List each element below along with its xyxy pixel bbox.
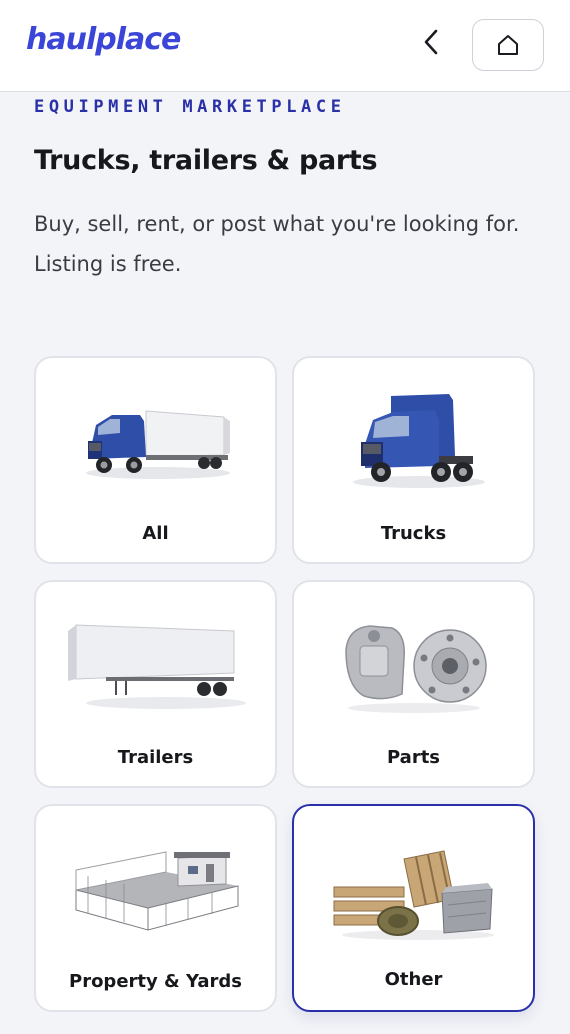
category-label: All: [142, 523, 169, 544]
category-label: Trailers: [117, 747, 194, 768]
brake-caliper-and-wheel-hub-image: [294, 592, 533, 737]
category-card-trailers[interactable]: Trailers: [34, 580, 277, 788]
top-bar: haulplace: [0, 0, 570, 92]
category-card-trucks[interactable]: Trucks: [292, 356, 535, 564]
category-card-all[interactable]: All: [34, 356, 277, 564]
page-title: Trucks, trailers & parts: [34, 145, 378, 176]
pallets-straps-and-crate-image: [294, 816, 533, 961]
category-card-other[interactable]: Other: [292, 804, 535, 1012]
category-label: Parts: [386, 747, 441, 768]
category-label: Other: [384, 969, 443, 990]
dry-van-trailer-image: [36, 592, 275, 737]
home-button[interactable]: [472, 19, 544, 71]
category-grid: All Trucks Trailers Parts Property & Yar…: [34, 356, 535, 1012]
category-label: Property & Yards: [69, 971, 242, 992]
fenced-yard-with-office-image: [36, 816, 275, 961]
home-icon: [498, 35, 518, 55]
category-label: Trucks: [380, 523, 447, 544]
semi-truck-with-trailer-image: [36, 368, 275, 513]
page-subtitle: Buy, sell, rent, or post what you're loo…: [34, 212, 520, 276]
semi-truck-cab-image: [294, 368, 533, 513]
back-button[interactable]: [412, 22, 452, 62]
category-card-property-yards[interactable]: Property & Yards: [34, 804, 277, 1012]
section-eyebrow: EQUIPMENT MARKETPLACE: [34, 97, 346, 117]
category-card-parts[interactable]: Parts: [292, 580, 535, 788]
logo[interactable]: haulplace: [26, 22, 181, 57]
chevron-left-icon: [424, 29, 438, 55]
